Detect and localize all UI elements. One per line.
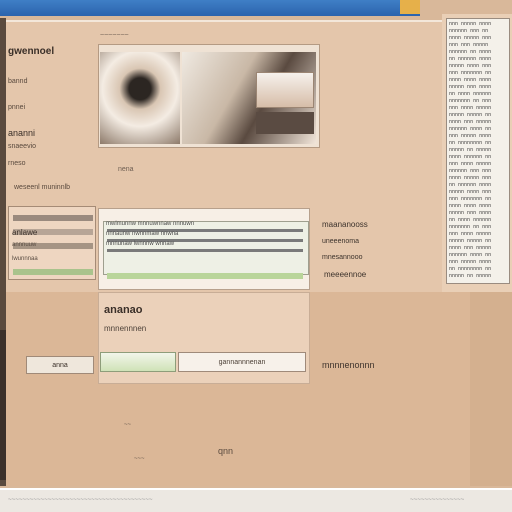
right-list-row: nnnnnn nn nnnn [449,49,492,55]
right-list-row: nnnn nnnn nnnn [449,203,492,209]
right-item-2[interactable]: uneeenoma [322,238,359,245]
content-row-2: nnnaunw nwnnmaw nnwna [106,231,179,237]
right-list-row: nnnnnn nnn nnn [449,168,492,174]
right-list-row: nnn nnnnnnn nn [449,70,492,76]
left-panel-line-1: annnuuw [12,242,37,248]
right-list-row: nnnnnn nnn nn [449,28,489,34]
info-green-bar [13,269,93,275]
content-green-bar [107,273,303,279]
form-left-button-label: anna [52,361,68,369]
right-list-row: nnnn nnnnnn nn [449,154,492,160]
right-item-3[interactable]: mnesannooo [322,254,362,261]
title-bar [0,0,420,16]
right-list-row: nnn nnnnn nnnn [449,259,492,265]
left-panel-title: anlawe [12,228,38,237]
right-list-row: nnnnn nn nnnnn [449,273,492,279]
content-row-3: mnnunaw lwnnnw wnnaw [106,241,175,247]
right-list-row: nnnn nnnn nnnn [449,77,492,83]
sidebar-item-6[interactable]: weseenl muninnlb [14,184,70,191]
content-row-1: mwlmunnw mnnuwnnaw nnnuwn [106,221,195,227]
status-label: mnnnenonnn [322,360,375,370]
content-line [107,249,303,252]
right-list-row: nnnnn nnnnn nn [449,238,492,244]
right-list-row: nnn nnnn nnnnn [449,161,492,167]
lower-label-1: ~~ [124,422,132,428]
right-list-row: nnn nnn nnnnn [449,42,489,48]
photo-inset-bar [256,112,314,134]
gallery-caption-left: ~~~~~~~ [100,32,129,39]
right-list-row: nnnnn nnnnn nn [449,112,492,118]
lower-label-2: ~~~ [134,456,145,462]
status-bar-left: ~~~~~~~~~~~~~~~~~~~~~~~~~~~~~~~~~~~~~~~~ [8,496,153,503]
sidebar-item-5[interactable]: rneso [8,160,26,167]
right-list-row: nnn nnnnnnn nn [449,196,492,202]
right-item-1[interactable]: maananooss [322,220,368,229]
right-list-row: nnnnnn nnnn nn [449,252,492,258]
right-list-row: nnnnn nn nnnnn [449,147,492,153]
form-field-label: gannannnenan [218,358,266,366]
form-input-long[interactable]: gannannnenan [178,352,306,372]
right-list-row: nnn nnnn nnnnn [449,105,492,111]
form-title: ananao [104,304,143,316]
right-list-row: nnnnn nnn nnnn [449,210,492,216]
right-list-row: nnnn nnnnn nnn [449,35,492,41]
form-subtitle: mnnennnen [104,324,147,333]
sidebar-item-2[interactable]: pnnei [8,104,25,111]
right-list-row: nnnn nnn nnnnn [449,245,492,251]
right-list-row: nn nnnnnn nnnn [449,182,492,188]
title-bar-accent [400,0,420,14]
right-list-row: nnnnnn nnnn nn [449,126,492,132]
right-list-row: nnnnn nnnn nnn [449,63,492,69]
right-list-row: nn nnnn nnnnnn [449,217,492,223]
right-list-row: nn nnnn nnnnnn [449,91,492,97]
right-list-row: nn nnnnnnnn nn [449,140,492,146]
sidebar-item-1[interactable]: bannd [8,78,27,85]
right-list-row: nnn nnnn nnnnn [449,231,492,237]
right-item-4[interactable]: meeeennoe [324,270,366,279]
right-list-row: nnn nnnnn nnnn [449,133,492,139]
right-list-row: nn nnnnnn nnnn [449,56,492,62]
photo-thumbnail-1[interactable] [100,52,180,144]
sidebar-item-0[interactable]: gwennoel [8,46,54,57]
right-list-row: nnnnn nnn nnnn [449,84,492,90]
right-list-row: nnnn nnn nnnnn [449,119,492,125]
form-input-short[interactable] [100,352,176,372]
right-list-row: nnnnn nnnn nnn [449,189,492,195]
right-list-row: nn nnnnnnnn nn [449,266,492,272]
info-stripe [13,215,93,221]
sidebar-item-4[interactable]: snaeevio [8,143,36,150]
right-list-row: nnnnnnn nn nnn [449,98,492,104]
photo-inset-image[interactable] [256,72,314,108]
right-list-row: nnnnnnn nn nnn [449,224,492,230]
form-left-button[interactable]: anna [26,356,94,374]
right-list-row: nnn nnnnn nnnn [449,21,492,27]
right-text-list[interactable]: nnn nnnnn nnnn nnnnnn nnn nn nnnn nnnnn nn… [446,18,510,284]
left-panel-line-2: lwunnnaa [12,256,38,262]
status-bar-right: ~~~~~~~~~~~~~~~ [410,496,465,503]
lower-label-3: qnn [218,446,234,456]
photo-caption: nena [118,166,134,173]
lower-right-panel [470,292,512,486]
sidebar-item-3[interactable]: ananni [8,128,35,138]
right-list-row: nnnn nnnnn nnn [449,175,492,181]
